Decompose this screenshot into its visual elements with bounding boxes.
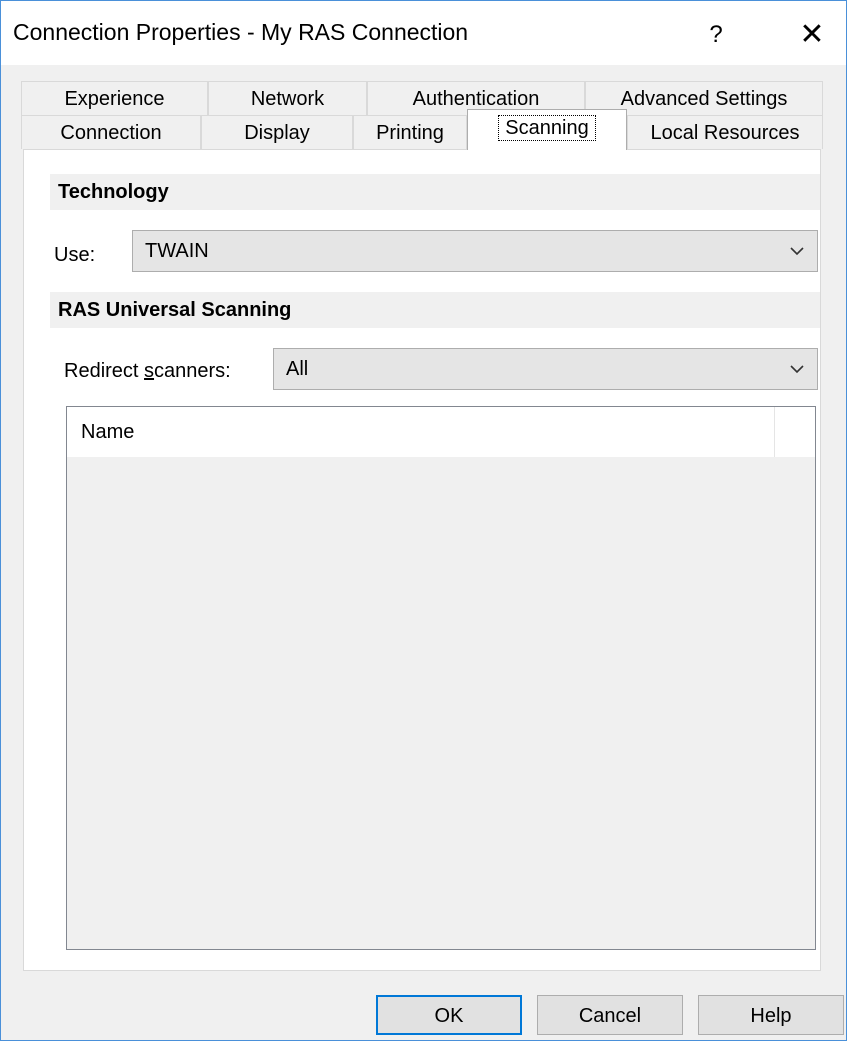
title-bar[interactable]: Connection Properties - My RAS Connectio… (1, 1, 846, 65)
tab-scanning[interactable]: Scanning (467, 109, 627, 150)
cancel-button[interactable]: Cancel (537, 995, 683, 1035)
use-label: Use: (54, 244, 96, 266)
window-title: Connection Properties - My RAS Connectio… (13, 19, 469, 45)
tab-experience[interactable]: Experience (21, 81, 208, 115)
tab-local-resources[interactable]: Local Resources (627, 115, 823, 149)
close-icon[interactable]: ✕ (787, 15, 837, 55)
technology-select[interactable]: TWAIN (132, 230, 818, 272)
universal-scanning-header: RAS Universal Scanning (50, 292, 820, 328)
connection-properties-dialog: Connection Properties - My RAS Connectio… (0, 0, 847, 1041)
redirect-scanners-label: Redirect scanners: (64, 360, 231, 382)
list-header: Name (67, 407, 815, 457)
tab-printing[interactable]: Printing (353, 115, 467, 149)
tab-network[interactable]: Network (208, 81, 367, 115)
help-button[interactable]: Help (698, 995, 844, 1035)
scanning-panel: Technology Use: TWAIN RAS Universal Scan… (23, 149, 821, 971)
technology-select-value: TWAIN (145, 240, 209, 262)
tab-connection[interactable]: Connection (21, 115, 201, 149)
technology-header: Technology (50, 174, 820, 210)
chevron-down-icon (790, 365, 804, 374)
ok-button[interactable]: OK (376, 995, 522, 1035)
tab-display[interactable]: Display (201, 115, 353, 149)
redirect-scanners-select[interactable]: All (273, 348, 818, 390)
help-icon[interactable]: ? (691, 15, 741, 55)
scanner-list[interactable]: Name (66, 406, 816, 950)
redirect-scanners-value: All (286, 358, 309, 380)
column-header-name[interactable]: Name (67, 407, 775, 457)
tab-scanning-label: Scanning (498, 115, 596, 141)
chevron-down-icon (790, 247, 804, 256)
